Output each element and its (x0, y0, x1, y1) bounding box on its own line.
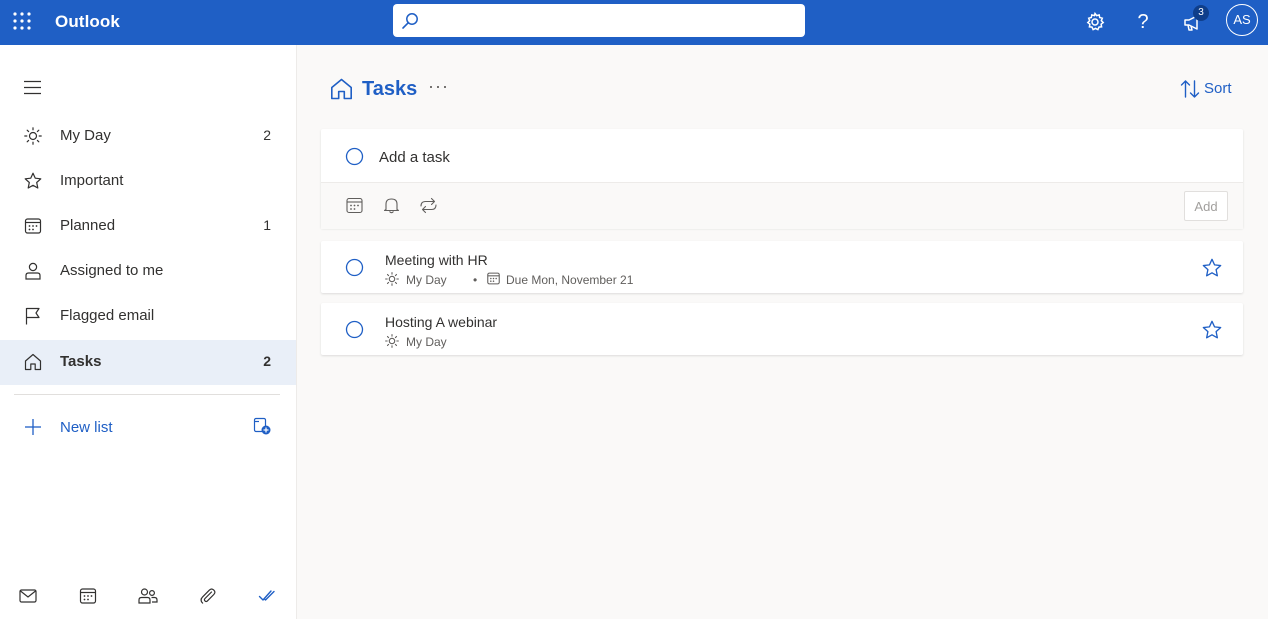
waffle-icon[interactable] (13, 12, 31, 30)
more-options-button[interactable]: ··· (428, 76, 449, 97)
add-task-button[interactable]: Add (1184, 191, 1228, 221)
sidebar-item-label: Flagged email (60, 307, 155, 324)
search-input[interactable] (427, 8, 791, 34)
task-item[interactable]: Meeting with HR My Day • Due Mon, Novemb… (321, 241, 1243, 293)
sidebar-item-count: 1 (263, 217, 271, 233)
sidebar-item-label: Assigned to me (60, 262, 164, 279)
sort-icon (1180, 80, 1200, 98)
task-my-day-label: My Day (406, 335, 447, 349)
page-title: Tasks (362, 78, 418, 100)
sidebar-item-assigned-to-me[interactable]: Assigned to me (0, 249, 296, 294)
sort-label: Sort (1204, 80, 1232, 97)
sidebar-item-label: Planned (60, 217, 116, 234)
add-task-panel: Add (321, 129, 1243, 229)
sun-icon (24, 127, 42, 145)
star-icon[interactable] (1202, 320, 1222, 340)
sidebar-item-important[interactable]: Important (0, 159, 296, 204)
sidebar-item-count: 2 (263, 127, 271, 143)
sidebar-item-planned[interactable]: Planned 1 (0, 204, 296, 249)
sidebar-divider (14, 394, 280, 395)
search-icon (401, 12, 419, 30)
home-icon (24, 353, 42, 371)
sidebar-item-label: Tasks (60, 353, 102, 370)
repeat-icon[interactable] (419, 197, 438, 214)
complete-task-circle-icon[interactable] (345, 320, 364, 339)
task-item[interactable]: Hosting A webinar My Day (321, 303, 1243, 355)
calendar-icon[interactable] (79, 587, 97, 605)
task-title: Meeting with HR (385, 252, 488, 268)
sidebar-item-my-day[interactable]: My Day 2 (0, 114, 296, 159)
sidebar-item-count: 2 (263, 353, 271, 369)
avatar[interactable]: AS (1226, 4, 1258, 36)
new-group-icon[interactable] (253, 417, 271, 435)
new-list-button[interactable]: New list (0, 405, 296, 450)
sun-icon (385, 334, 399, 348)
notifications-badge: 3 (1193, 5, 1209, 21)
flag-icon (24, 307, 42, 325)
plus-icon (24, 418, 42, 436)
sidebar: My Day 2 Important Planned 1 Assigned to… (0, 45, 297, 619)
task-my-day-label: My Day (406, 273, 447, 287)
sidebar-item-label: My Day (60, 127, 111, 144)
add-task-toolbar: Add (321, 182, 1243, 229)
sidebar-item-flagged-email[interactable]: Flagged email (0, 294, 296, 339)
attachment-icon[interactable] (199, 587, 217, 605)
add-task-circle-icon (345, 147, 364, 166)
search-box[interactable] (393, 4, 805, 37)
top-bar: Outlook ? 3 AS (0, 0, 1268, 45)
add-task-input[interactable] (377, 144, 1181, 170)
sidebar-item-label: Important (60, 172, 124, 189)
help-icon[interactable]: ? (1132, 11, 1154, 33)
todo-check-icon[interactable] (258, 587, 276, 605)
people-icon[interactable] (138, 587, 158, 605)
hamburger-menu-icon[interactable] (24, 79, 42, 95)
mail-icon[interactable] (19, 587, 37, 605)
scrollbar[interactable] (1268, 0, 1280, 619)
task-due-date: Due Mon, November 21 (506, 273, 634, 287)
sun-icon (385, 272, 399, 286)
complete-task-circle-icon[interactable] (345, 258, 364, 277)
due-date-icon[interactable] (346, 197, 363, 214)
new-list-label: New list (60, 419, 113, 436)
person-icon (24, 262, 42, 280)
star-icon[interactable] (1202, 258, 1222, 278)
meta-separator: • (473, 273, 478, 287)
reminder-bell-icon[interactable] (383, 197, 400, 214)
app-name[interactable]: Outlook (55, 12, 120, 32)
home-icon (330, 78, 353, 100)
task-title: Hosting A webinar (385, 314, 498, 330)
gear-icon[interactable] (1084, 11, 1106, 33)
calendar-icon (24, 217, 42, 235)
star-icon (24, 172, 42, 190)
calendar-icon (487, 272, 500, 285)
app-switcher (0, 585, 296, 619)
sidebar-item-tasks[interactable]: Tasks 2 (0, 340, 296, 385)
